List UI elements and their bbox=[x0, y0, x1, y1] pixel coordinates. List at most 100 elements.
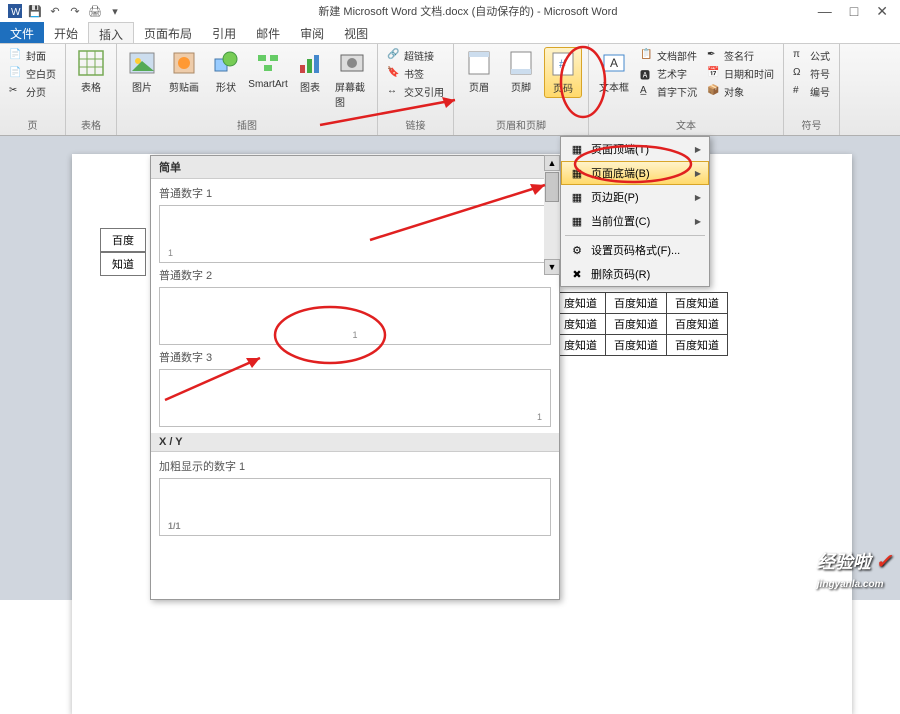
page-number-button[interactable]: #页码 bbox=[544, 47, 582, 98]
close-button[interactable]: ✕ bbox=[876, 3, 888, 20]
remove-icon: ✖ bbox=[569, 266, 585, 282]
wordart-button[interactable]: 🅰艺术字 bbox=[637, 65, 700, 82]
side-table: 百度 知道 bbox=[100, 228, 146, 276]
group-label-text: 文本 bbox=[595, 115, 777, 132]
hyperlink-button[interactable]: 🔗超链接 bbox=[384, 47, 447, 64]
group-text: A文本框 📋文档部件 🅰艺术字 A̲首字下沉 ✒签名行 📅日期和时间 📦对象 文… bbox=[589, 44, 784, 135]
menu-page-margins[interactable]: ▦ 页边距(P) ▶ bbox=[561, 185, 709, 209]
maximize-button[interactable]: □ bbox=[850, 3, 858, 20]
gallery-scrollbar[interactable]: ▲ ▼ bbox=[544, 155, 560, 275]
datetime-icon: 📅 bbox=[707, 67, 721, 81]
crossref-icon: ↔ bbox=[387, 85, 401, 99]
group-label-illustrations: 插图 bbox=[123, 115, 371, 132]
textbox-icon: A bbox=[600, 49, 628, 77]
header-button[interactable]: 页眉 bbox=[460, 47, 498, 96]
quickparts-button[interactable]: 📋文档部件 bbox=[637, 47, 700, 64]
menu-separator bbox=[565, 235, 705, 236]
group-label-symbols: 符号 bbox=[790, 115, 833, 132]
crossref-button[interactable]: ↔交叉引用 bbox=[384, 83, 447, 100]
equation-icon: π bbox=[793, 49, 807, 63]
table-button[interactable]: 表格 bbox=[72, 47, 110, 96]
cover-page-icon: 📄 bbox=[9, 49, 23, 63]
clipart-icon bbox=[170, 49, 198, 77]
group-label-tables: 表格 bbox=[72, 115, 110, 132]
page-top-icon: ▦ bbox=[569, 141, 585, 157]
menu-format-page-numbers[interactable]: ⚙ 设置页码格式(F)... bbox=[561, 238, 709, 262]
word-icon: W bbox=[8, 4, 22, 18]
tab-home[interactable]: 开始 bbox=[44, 22, 88, 43]
datetime-button[interactable]: 📅日期和时间 bbox=[704, 65, 777, 82]
undo-icon[interactable]: ↶ bbox=[48, 4, 62, 18]
group-header-footer: 页眉 页脚 #页码 页眉和页脚 bbox=[454, 44, 589, 135]
blank-page-button[interactable]: 📄空白页 bbox=[6, 65, 59, 82]
chart-icon bbox=[296, 49, 324, 77]
footer-icon bbox=[507, 49, 535, 77]
svg-text:#: # bbox=[559, 57, 566, 71]
print-icon[interactable]: 🖨 bbox=[88, 4, 102, 18]
table-row: 度知道百度知道百度知道 bbox=[556, 314, 728, 335]
tab-layout[interactable]: 页面布局 bbox=[134, 22, 202, 43]
picture-button[interactable]: 图片 bbox=[123, 47, 161, 96]
redo-icon[interactable]: ↷ bbox=[68, 4, 82, 18]
equation-button[interactable]: π公式 bbox=[790, 47, 833, 64]
minimize-button[interactable]: — bbox=[818, 3, 832, 20]
clipart-button[interactable]: 剪贴画 bbox=[165, 47, 203, 96]
window-title: 新建 Microsoft Word 文档.docx (自动保存的) - Micr… bbox=[130, 3, 806, 19]
table-icon bbox=[77, 49, 105, 77]
shapes-button[interactable]: 形状 bbox=[207, 47, 245, 96]
cover-page-button[interactable]: 📄封面 bbox=[6, 47, 59, 64]
gallery-item-4[interactable]: 1/1 bbox=[159, 478, 551, 536]
tab-references[interactable]: 引用 bbox=[202, 22, 246, 43]
gallery-item-1[interactable]: 1 bbox=[159, 205, 551, 263]
watermark: 经验啦 ✓ jingyanla.com bbox=[817, 548, 892, 592]
signature-icon: ✒ bbox=[707, 49, 721, 63]
menu-page-bottom[interactable]: ▦ 页面底端(B) ▶ bbox=[561, 161, 709, 185]
side-cell-2: 知道 bbox=[100, 252, 146, 276]
wordart-icon: 🅰 bbox=[640, 67, 654, 81]
content-table-2: 度知道百度知道百度知道 度知道百度知道百度知道 度知道百度知道百度知道 bbox=[555, 292, 728, 356]
menu-current-position[interactable]: ▦ 当前位置(C) ▶ bbox=[561, 209, 709, 233]
tab-insert[interactable]: 插入 bbox=[88, 22, 134, 43]
symbol-button[interactable]: Ω符号 bbox=[790, 65, 833, 82]
dropcap-icon: A̲ bbox=[640, 85, 654, 99]
table-row: 度知道百度知道百度知道 bbox=[556, 293, 728, 314]
scroll-thumb[interactable] bbox=[545, 172, 559, 202]
blank-page-icon: 📄 bbox=[9, 67, 23, 81]
tab-view[interactable]: 视图 bbox=[334, 22, 378, 43]
screenshot-icon bbox=[338, 49, 366, 77]
page-margins-icon: ▦ bbox=[569, 189, 585, 205]
gallery-item-2[interactable]: 1 bbox=[159, 287, 551, 345]
object-button[interactable]: 📦对象 bbox=[704, 83, 777, 100]
smartart-button[interactable]: SmartArt bbox=[249, 47, 287, 92]
save-icon[interactable]: 💾 bbox=[28, 4, 42, 18]
quick-access-toolbar: W 💾 ↶ ↷ 🖨 ▾ bbox=[0, 4, 130, 18]
group-label-links: 链接 bbox=[384, 115, 447, 132]
page-break-button[interactable]: ✂分页 bbox=[6, 83, 59, 100]
menu-page-top[interactable]: ▦ 页面顶端(T) ▶ bbox=[561, 137, 709, 161]
gallery-item-title-2: 普通数字 2 bbox=[159, 265, 551, 285]
dropcap-button[interactable]: A̲首字下沉 bbox=[637, 83, 700, 100]
qat-more-icon[interactable]: ▾ bbox=[108, 4, 122, 18]
number-button[interactable]: #编号 bbox=[790, 83, 833, 100]
screenshot-button[interactable]: 屏幕截图 bbox=[333, 47, 371, 111]
tab-review[interactable]: 审阅 bbox=[290, 22, 334, 43]
side-cell-1: 百度 bbox=[100, 228, 146, 252]
chart-button[interactable]: 图表 bbox=[291, 47, 329, 96]
group-pages: 📄封面 📄空白页 ✂分页 页 bbox=[0, 44, 66, 135]
footer-button[interactable]: 页脚 bbox=[502, 47, 540, 96]
scroll-down-button[interactable]: ▼ bbox=[544, 259, 560, 275]
tab-mailings[interactable]: 邮件 bbox=[246, 22, 290, 43]
title-bar: W 💾 ↶ ↷ 🖨 ▾ 新建 Microsoft Word 文档.docx (自… bbox=[0, 0, 900, 22]
scroll-up-button[interactable]: ▲ bbox=[544, 155, 560, 171]
bookmark-button[interactable]: 🔖书签 bbox=[384, 65, 447, 82]
signature-button[interactable]: ✒签名行 bbox=[704, 47, 777, 64]
gallery-item-3[interactable]: 1 bbox=[159, 369, 551, 427]
hyperlink-icon: 🔗 bbox=[387, 49, 401, 63]
gallery-section-header-2: X / Y bbox=[151, 433, 559, 452]
table-row: 度知道百度知道百度知道 bbox=[556, 335, 728, 356]
menu-remove-page-numbers[interactable]: ✖ 删除页码(R) bbox=[561, 262, 709, 286]
tab-file[interactable]: 文件 bbox=[0, 22, 44, 43]
textbox-button[interactable]: A文本框 bbox=[595, 47, 633, 96]
gallery-section-header: 简单 bbox=[151, 156, 559, 179]
page-bottom-icon: ▦ bbox=[569, 165, 585, 181]
